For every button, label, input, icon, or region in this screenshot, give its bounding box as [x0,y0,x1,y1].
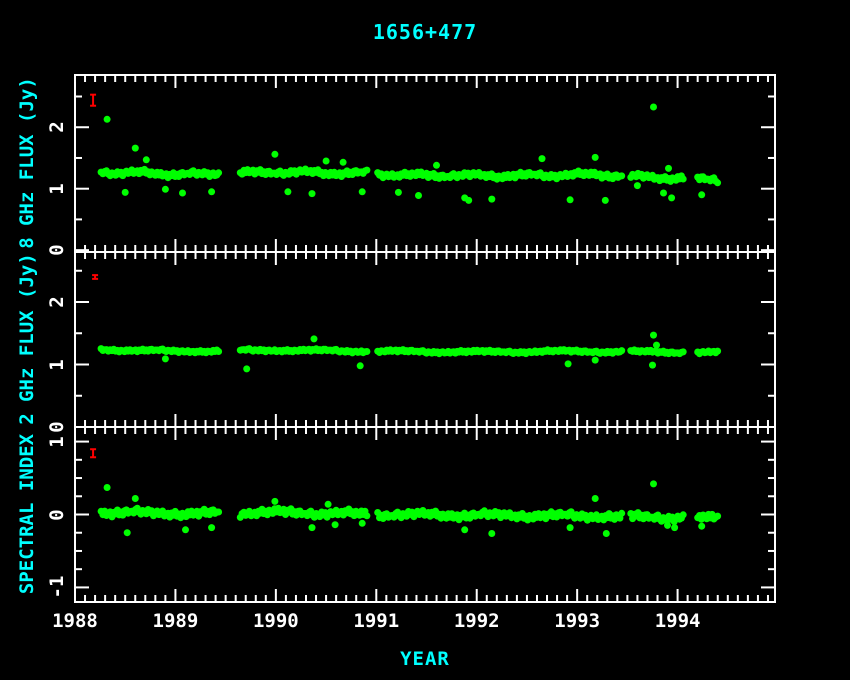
y-tick-label: 1 [47,343,67,387]
light-curve-figure: 1656+477 8 GHz FLUX (Jy) 2 GHz FLUX (Jy)… [0,0,850,680]
x-tick-label: 1992 [432,610,522,632]
series-spectral-points [98,480,722,537]
typical-error-bar [90,449,96,457]
y-tick-label: -1 [47,565,67,609]
x-tick-label: 1990 [231,610,321,632]
y-tick-label: 0 [47,228,67,272]
series-flux8-points [98,104,722,204]
typical-error-bar [90,95,96,106]
typical-error-bar [92,275,98,279]
y-tick-label: 0 [47,493,67,537]
x-tick-label: 1994 [633,610,723,632]
x-tick-label: 1989 [130,610,220,632]
panel-flux8 [75,75,775,252]
x-tick-label: 1991 [331,610,421,632]
panel-spectral [75,427,775,602]
y-tick-label: 1 [47,420,67,464]
x-tick-label: 1988 [30,610,120,632]
y-tick-label: 1 [47,167,67,211]
series-flux2-points [98,332,722,373]
panel-flux2 [75,252,775,427]
y-tick-label: 2 [47,280,67,324]
y-tick-label: 2 [47,105,67,149]
plot-canvas [0,0,850,680]
x-tick-label: 1993 [532,610,622,632]
